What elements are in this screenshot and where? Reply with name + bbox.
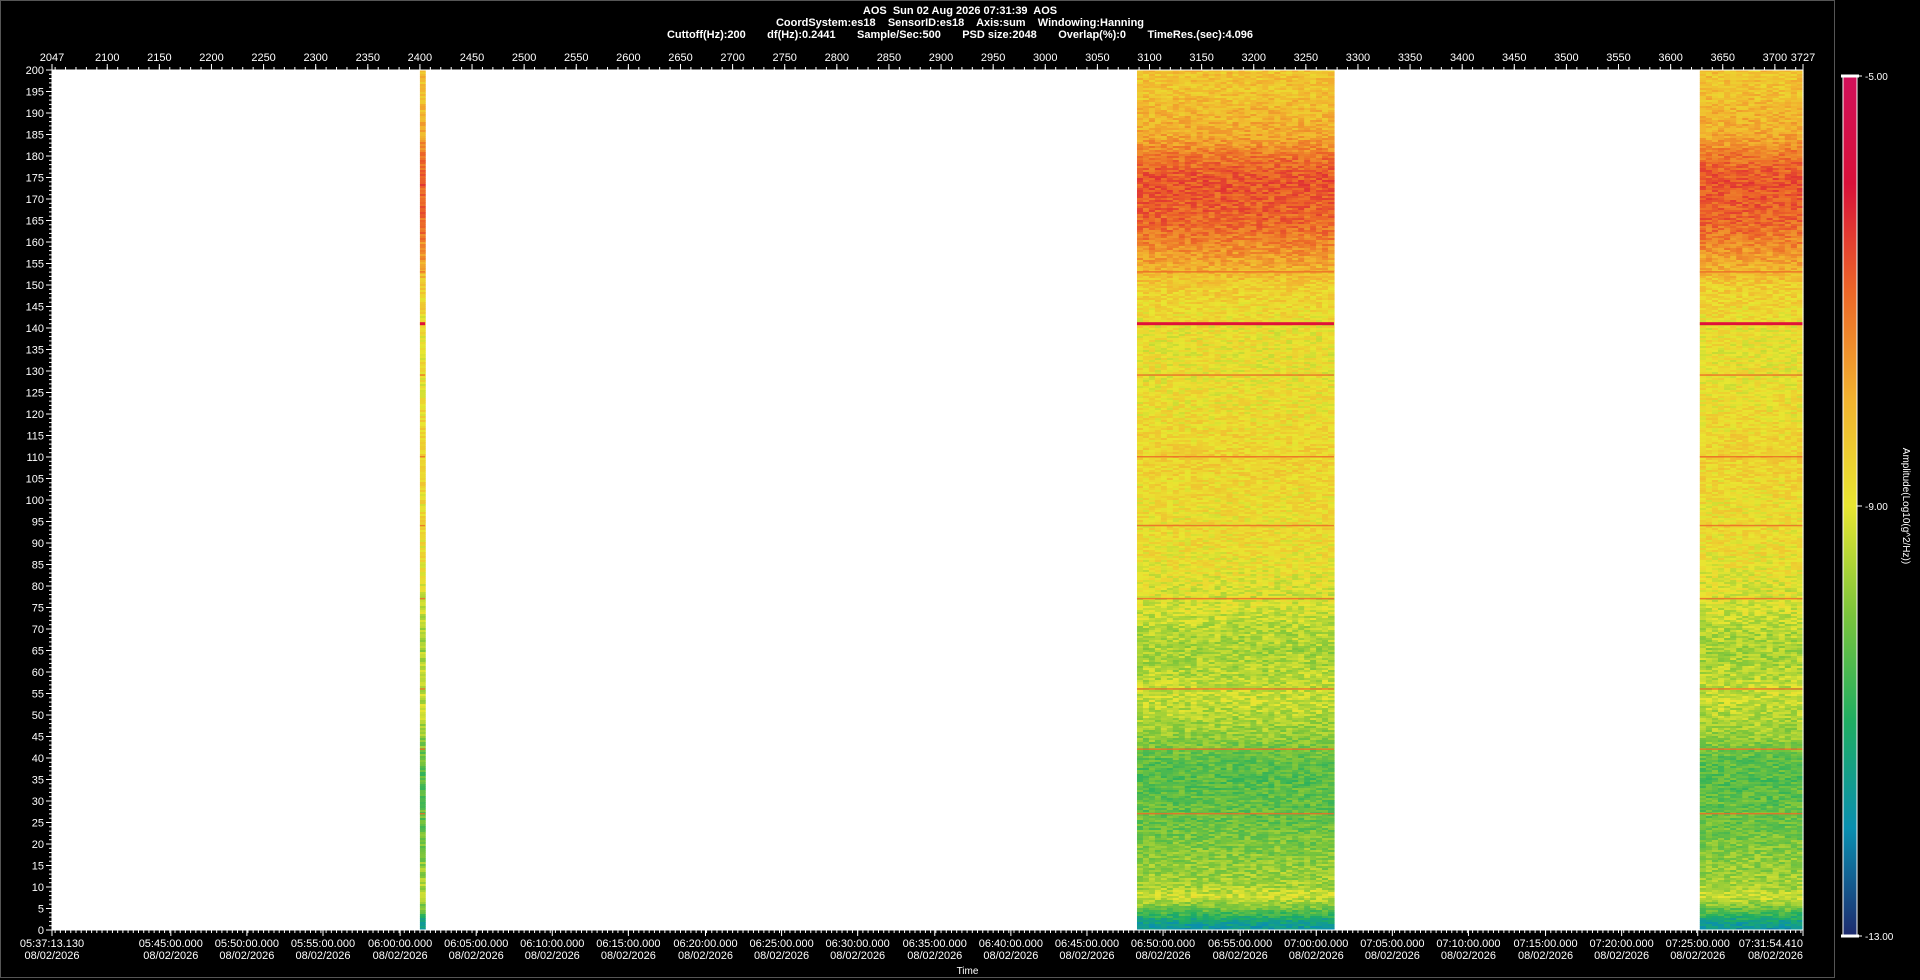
tonal-line (419, 456, 426, 458)
tonal-line (419, 597, 426, 600)
plot-area[interactable] (52, 70, 1803, 930)
tonal-line (419, 524, 426, 527)
tonal-line (419, 688, 426, 690)
tonal-line (419, 271, 426, 273)
tonal-line (419, 748, 426, 750)
tonal-line (419, 322, 426, 326)
spectrogram-segment (1136, 70, 1335, 931)
tonal-line (419, 374, 426, 376)
spectrogram-chart: 2047 2100 2150 2200 2250 2300 2350 2400 2450 2500… (20, 52, 1911, 977)
spectrogram-segment (419, 70, 426, 931)
tonal-line (419, 812, 426, 815)
